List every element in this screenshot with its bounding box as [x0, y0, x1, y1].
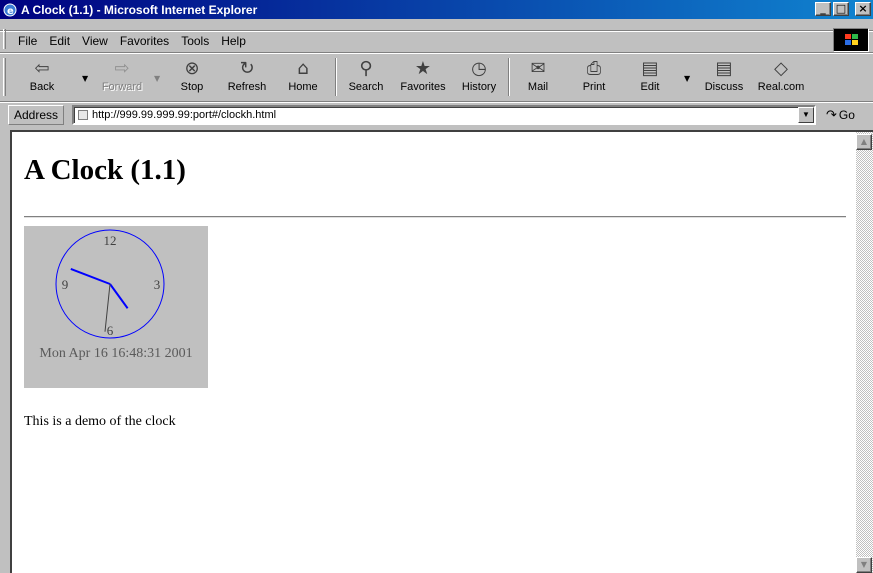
favorites-icon: ★ [414, 58, 432, 79]
go-button[interactable]: ↷ Go [826, 106, 855, 124]
scroll-down-button[interactable]: ▼ [856, 557, 872, 573]
realcom-icon: ◇ [774, 58, 788, 79]
back-dropdown-arrow[interactable]: ▼ [82, 74, 88, 83]
address-dropdown-button[interactable]: ▼ [798, 107, 814, 123]
favorites-button[interactable]: ★ Favorites [394, 56, 452, 98]
history-icon: ◷ [471, 58, 487, 79]
clock-applet: 12 3 6 9 Mon Apr 16 16:48:31 2001 [24, 226, 208, 388]
menubar-grip[interactable] [3, 29, 6, 49]
forward-dropdown-arrow[interactable]: ▼ [154, 74, 160, 83]
menu-edit[interactable]: Edit [43, 34, 76, 48]
page-content: A Clock (1.1) 12 3 6 9 Mon Apr 16 16:48:… [10, 130, 856, 573]
clock-numeral-3: 3 [154, 277, 161, 292]
maximize-button[interactable]: □ [833, 2, 849, 16]
forward-button[interactable]: ⇨ Forward [96, 56, 148, 98]
stop-button[interactable]: ⊗ Stop [172, 56, 212, 98]
windows-flag-icon [845, 34, 858, 45]
back-arrow-icon: ⇦ [34, 58, 50, 79]
windows-logo-throbber [833, 28, 869, 52]
menu-bar: File Edit View Favorites Tools Help [0, 28, 873, 52]
browser-window: e A Clock (1.1) - Microsoft Internet Exp… [0, 0, 873, 573]
clock-datetime: Mon Apr 16 16:48:31 2001 [39, 346, 193, 361]
stop-icon: ⊗ [184, 58, 200, 79]
search-icon: ⚲ [359, 58, 373, 79]
mail-button[interactable]: ✉ Mail [518, 56, 558, 98]
mail-icon: ✉ [530, 58, 546, 79]
menu-file[interactable]: File [6, 34, 43, 48]
toolbar-divider [335, 58, 337, 96]
discuss-button[interactable]: ▤ Discuss [700, 56, 748, 98]
clock-hour-hand [109, 283, 129, 309]
clock-numeral-12: 12 [104, 233, 117, 248]
clock-numeral-9: 9 [62, 277, 69, 292]
menu-favorites[interactable]: Favorites [114, 34, 175, 48]
discuss-icon: ▤ [715, 58, 733, 79]
home-icon: ⌂ [297, 58, 309, 79]
address-bar: Address http://999.99.999.99:port#/clock… [0, 103, 873, 127]
home-button[interactable]: ⌂ Home [282, 56, 324, 98]
analog-clock: 12 3 6 9 [55, 229, 165, 339]
demo-paragraph: This is a demo of the clock [24, 414, 176, 429]
scroll-up-button[interactable]: ▲ [856, 134, 872, 150]
menu-view[interactable]: View [76, 34, 114, 48]
svg-text:e: e [7, 6, 14, 17]
standard-toolbar: ⇦ Back ▼ ⇨ Forward ▼ ⊗ Stop ↻ Refresh ⌂ … [0, 54, 873, 100]
toolbar-grip[interactable] [3, 58, 6, 96]
edit-button[interactable]: ▤ Edit [630, 56, 670, 98]
address-input[interactable]: http://999.99.999.99:port#/clockh.html ▼ [72, 105, 816, 125]
address-url: http://999.99.999.99:port#/clockh.html [92, 109, 277, 121]
address-label: Address [8, 105, 65, 125]
vertical-scrollbar[interactable]: ▲ ▼ [856, 130, 873, 573]
menu-help[interactable]: Help [215, 34, 252, 48]
horizontal-rule [24, 216, 846, 218]
search-button[interactable]: ⚲ Search [342, 56, 390, 98]
clock-minute-hand [70, 267, 111, 285]
printer-icon: ⎙ [586, 58, 602, 79]
ie-logo-icon: e [2, 2, 18, 18]
history-button[interactable]: ◷ History [456, 56, 502, 98]
refresh-button[interactable]: ↻ Refresh [222, 56, 272, 98]
refresh-icon: ↻ [239, 58, 255, 79]
page-heading: A Clock (1.1) [24, 154, 186, 186]
toolbar-divider [508, 58, 510, 96]
window-title: A Clock (1.1) - Microsoft Internet Explo… [21, 2, 258, 17]
back-button[interactable]: ⇦ Back [22, 56, 62, 98]
forward-arrow-icon: ⇨ [114, 58, 130, 79]
edit-icon: ▤ [641, 58, 659, 79]
print-button[interactable]: ⎙ Print [574, 56, 614, 98]
minimize-button[interactable]: _ [815, 2, 831, 16]
go-label: Go [838, 108, 855, 122]
realcom-button[interactable]: ◇ Real.com [752, 56, 810, 98]
edit-dropdown-arrow[interactable]: ▼ [684, 74, 690, 83]
clock-numeral-6: 6 [107, 323, 114, 338]
menu-tools[interactable]: Tools [175, 34, 215, 48]
go-arrow-icon: ↷ [826, 107, 837, 122]
page-icon [78, 110, 88, 120]
close-button[interactable]: × [855, 2, 871, 16]
title-bar[interactable]: e A Clock (1.1) - Microsoft Internet Exp… [0, 0, 873, 19]
